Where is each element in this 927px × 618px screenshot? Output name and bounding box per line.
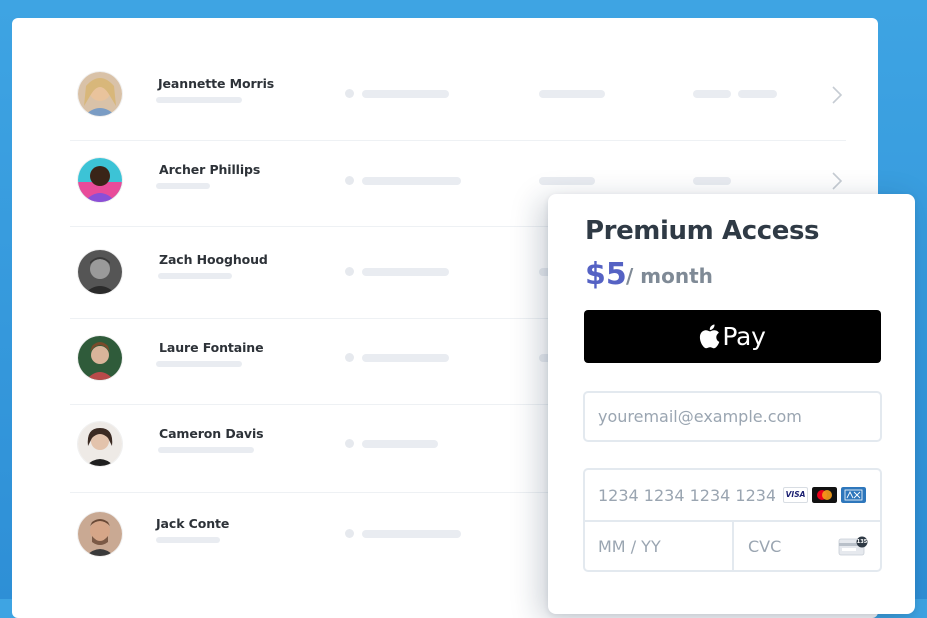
amex-icon [841,487,866,503]
avatar [78,158,122,202]
user-name: Jeannette Morris [158,76,275,91]
avatar [78,250,122,294]
card-details-group: VISA 135 [583,468,882,572]
table-row[interactable]: Jeannette Morris [70,64,846,141]
chevron-right-icon[interactable] [829,171,845,191]
avatar [78,422,122,466]
user-name: Archer Phillips [159,162,261,177]
user-name: Cameron Davis [159,426,264,441]
apple-pay-button[interactable]: Pay [584,310,881,363]
avatar [78,512,122,556]
apple-logo-icon [700,324,720,349]
email-field[interactable] [583,391,882,442]
user-name: Jack Conte [156,516,230,531]
avatar [78,72,122,116]
card-number-field[interactable] [585,470,775,520]
user-name: Zach Hooghoud [159,252,268,267]
product-title: Premium Access [585,216,820,246]
visa-icon: VISA [783,487,808,503]
cvc-card-icon: 135 [838,536,868,556]
avatar [78,336,122,380]
mastercard-icon [812,487,837,503]
price-amount: $5 [585,257,627,292]
apple-pay-label: Pay [722,322,766,351]
price-period: / month [626,264,713,288]
cvc-field[interactable] [735,522,835,570]
user-name: Laure Fontaine [159,340,264,355]
checkout-card: Premium Access $5 / month Pay VISA [548,194,915,614]
expiry-field[interactable] [585,522,732,570]
chevron-right-icon[interactable] [829,85,845,105]
